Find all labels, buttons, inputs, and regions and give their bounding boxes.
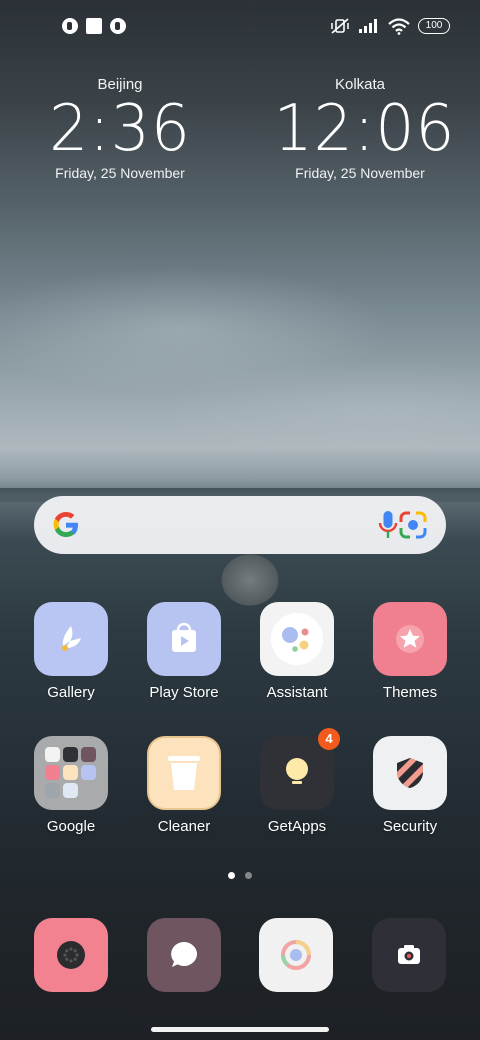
page-dot-active[interactable] xyxy=(228,872,235,879)
themes-icon xyxy=(373,602,447,676)
square-notification-icon xyxy=(86,18,102,34)
battery-icon: 100 xyxy=(418,18,450,34)
notification-icon xyxy=(110,18,126,34)
wifi-icon xyxy=(388,17,410,35)
status-left-icons xyxy=(62,18,126,34)
cleaner-icon xyxy=(147,736,221,810)
chrome-icon xyxy=(281,940,311,970)
app-label: Themes xyxy=(382,684,438,701)
home-indicator[interactable] xyxy=(151,1027,329,1032)
app-label: Assistant xyxy=(266,684,328,701)
status-bar: 100 xyxy=(0,0,480,56)
play-store-icon xyxy=(147,602,221,676)
gallery-icon xyxy=(34,602,108,676)
signal-icon xyxy=(359,19,377,33)
status-right-icons: 100 xyxy=(330,17,450,35)
google-g-icon xyxy=(53,512,78,537)
app-play-store[interactable]: Play Store xyxy=(134,602,234,701)
clock-time: 12:06 xyxy=(273,92,456,166)
messages-icon xyxy=(171,942,197,967)
clock-date: Friday, 25 November xyxy=(55,165,185,181)
google-folder-icon xyxy=(34,736,108,810)
app-label: GetApps xyxy=(267,818,327,835)
security-icon xyxy=(373,736,447,810)
dock-messages[interactable] xyxy=(147,918,221,992)
app-cleaner[interactable]: Cleaner xyxy=(134,736,234,835)
google-lens-icon[interactable] xyxy=(398,510,428,540)
app-label: Cleaner xyxy=(157,818,211,835)
page-indicator xyxy=(0,872,480,879)
app-getapps[interactable]: 4 GetApps xyxy=(247,728,347,835)
phone-icon xyxy=(57,941,85,969)
clock-time: 2:36 xyxy=(49,92,191,166)
app-gallery[interactable]: Gallery xyxy=(21,602,121,701)
dock-phone[interactable] xyxy=(34,918,108,992)
google-search-bar[interactable] xyxy=(34,496,446,554)
page-dot[interactable] xyxy=(245,872,252,879)
mute-vibrate-icon xyxy=(331,18,349,34)
dock-chrome[interactable] xyxy=(259,918,333,992)
app-assistant[interactable]: Assistant xyxy=(247,602,347,701)
clock-widget-kolkata[interactable]: Kolkata 12:06 Friday, 25 November xyxy=(270,76,456,181)
app-folder-google[interactable]: Google xyxy=(21,736,121,835)
notification-badge: 4 xyxy=(318,728,340,750)
assistant-icon xyxy=(260,602,334,676)
app-label: Google xyxy=(46,818,96,835)
app-themes[interactable]: Themes xyxy=(360,602,460,701)
dock-camera[interactable] xyxy=(372,918,446,992)
clock-date: Friday, 25 November xyxy=(295,165,425,181)
app-label: Security xyxy=(382,818,438,835)
camera-icon xyxy=(398,945,420,964)
app-label: Play Store xyxy=(149,684,219,701)
notification-icon xyxy=(62,18,78,34)
clock-widget-beijing[interactable]: Beijing 2:36 Friday, 25 November xyxy=(30,76,210,181)
app-label: Gallery xyxy=(47,684,95,701)
getapps-icon: 4 xyxy=(260,728,340,810)
app-security[interactable]: Security xyxy=(360,736,460,835)
